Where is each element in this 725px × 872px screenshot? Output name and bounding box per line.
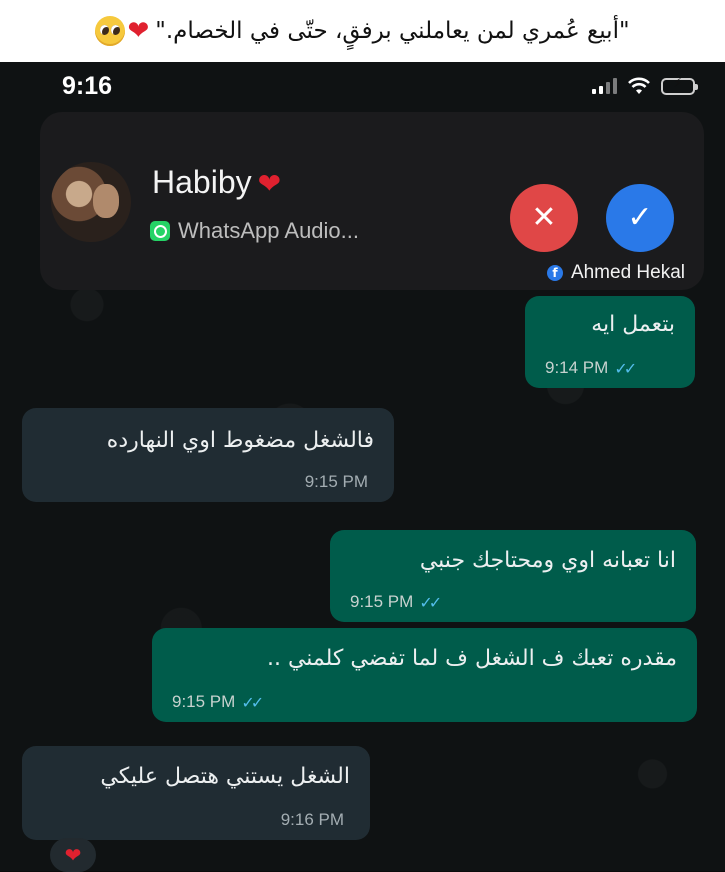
message-bubble-incoming[interactable]: الشغل يستني هتصل عليكي 9:16 PM bbox=[22, 746, 370, 840]
decline-call-button[interactable]: ✕ bbox=[510, 184, 578, 252]
message-time: 9:15 PM bbox=[350, 592, 414, 611]
pleading-face-icon bbox=[95, 16, 126, 46]
message-time: 9:15 PM bbox=[304, 472, 368, 491]
read-receipt-icon: ✓✓ bbox=[241, 692, 264, 712]
status-bar: 9:16 ⚡ bbox=[0, 62, 725, 110]
caller-name: Habiby bbox=[152, 164, 252, 200]
status-icons: ⚡ bbox=[592, 76, 698, 95]
red-heart-icon: ❤ bbox=[127, 16, 150, 46]
message-meta: 9:15 PM bbox=[305, 472, 368, 492]
accept-call-button[interactable]: ✓ bbox=[606, 184, 674, 252]
message-meta: 9:15 PM ✓✓ bbox=[350, 592, 442, 612]
message-time: 9:16 PM bbox=[280, 810, 344, 829]
read-receipt-icon: ✓✓ bbox=[614, 358, 637, 378]
whatsapp-icon bbox=[150, 221, 170, 241]
status-time: 9:16 bbox=[62, 72, 113, 100]
message-text: فالشغل مضغوط اوي النهارده bbox=[106, 428, 374, 453]
check-icon: ✓ bbox=[627, 200, 653, 235]
message-meta: 9:15 PM ✓✓ bbox=[172, 692, 264, 712]
caption-emojis: ❤ bbox=[95, 16, 149, 46]
watermark-text: Ahmed Hekal bbox=[570, 262, 685, 283]
message-bubble-outgoing[interactable]: انا تعبانه اوي ومحتاجك جنبي 9:15 PM ✓✓ bbox=[330, 530, 696, 622]
facebook-icon: f bbox=[546, 265, 563, 281]
wifi-icon bbox=[628, 77, 650, 94]
message-time: 9:15 PM bbox=[172, 692, 236, 711]
caller-avatar bbox=[51, 162, 131, 242]
signal-icon bbox=[592, 78, 617, 94]
battery-charging-icon: ⚡ bbox=[661, 76, 698, 95]
message-time: 9:14 PM bbox=[545, 358, 609, 377]
message-meta: 9:14 PM ✓✓ bbox=[545, 358, 637, 378]
caption-bar: "أبيع عُمري لمن يعاملني برفقٍ، حتّى في ا… bbox=[0, 0, 725, 62]
phone-screen: 9:16 ⚡ Habiby ❤ WhatsApp Audio... ✕ ✓ f … bbox=[0, 62, 725, 872]
message-reaction[interactable]: ❤ bbox=[50, 838, 96, 872]
call-type-row: WhatsApp Audio... bbox=[150, 218, 359, 244]
message-text: الشغل يستني هتصل عليكي bbox=[100, 764, 350, 789]
message-text: انا تعبانه اوي ومحتاجك جنبي bbox=[419, 548, 676, 573]
caller-name-row: Habiby ❤ bbox=[152, 164, 281, 201]
watermark: f Ahmed Hekal bbox=[546, 262, 685, 284]
message-text: بتعمل ايه bbox=[591, 312, 675, 337]
message-text: مقدره تعبك ف الشغل ف لما تفضي كلمني .. bbox=[266, 646, 677, 671]
heart-icon: ❤ bbox=[257, 168, 282, 199]
message-bubble-outgoing[interactable]: بتعمل ايه 9:14 PM ✓✓ bbox=[525, 296, 695, 388]
heart-reaction-icon: ❤ bbox=[64, 843, 82, 867]
caption-text: "أبيع عُمري لمن يعاملني برفقٍ، حتّى في ا… bbox=[155, 18, 630, 44]
call-type-label: WhatsApp Audio... bbox=[178, 218, 359, 243]
message-bubble-incoming[interactable]: فالشغل مضغوط اوي النهارده 9:15 PM bbox=[22, 408, 394, 502]
close-icon: ✕ bbox=[531, 200, 557, 235]
message-meta: 9:16 PM bbox=[281, 810, 344, 830]
read-receipt-icon: ✓✓ bbox=[419, 592, 442, 612]
message-bubble-outgoing[interactable]: مقدره تعبك ف الشغل ف لما تفضي كلمني .. 9… bbox=[152, 628, 697, 722]
